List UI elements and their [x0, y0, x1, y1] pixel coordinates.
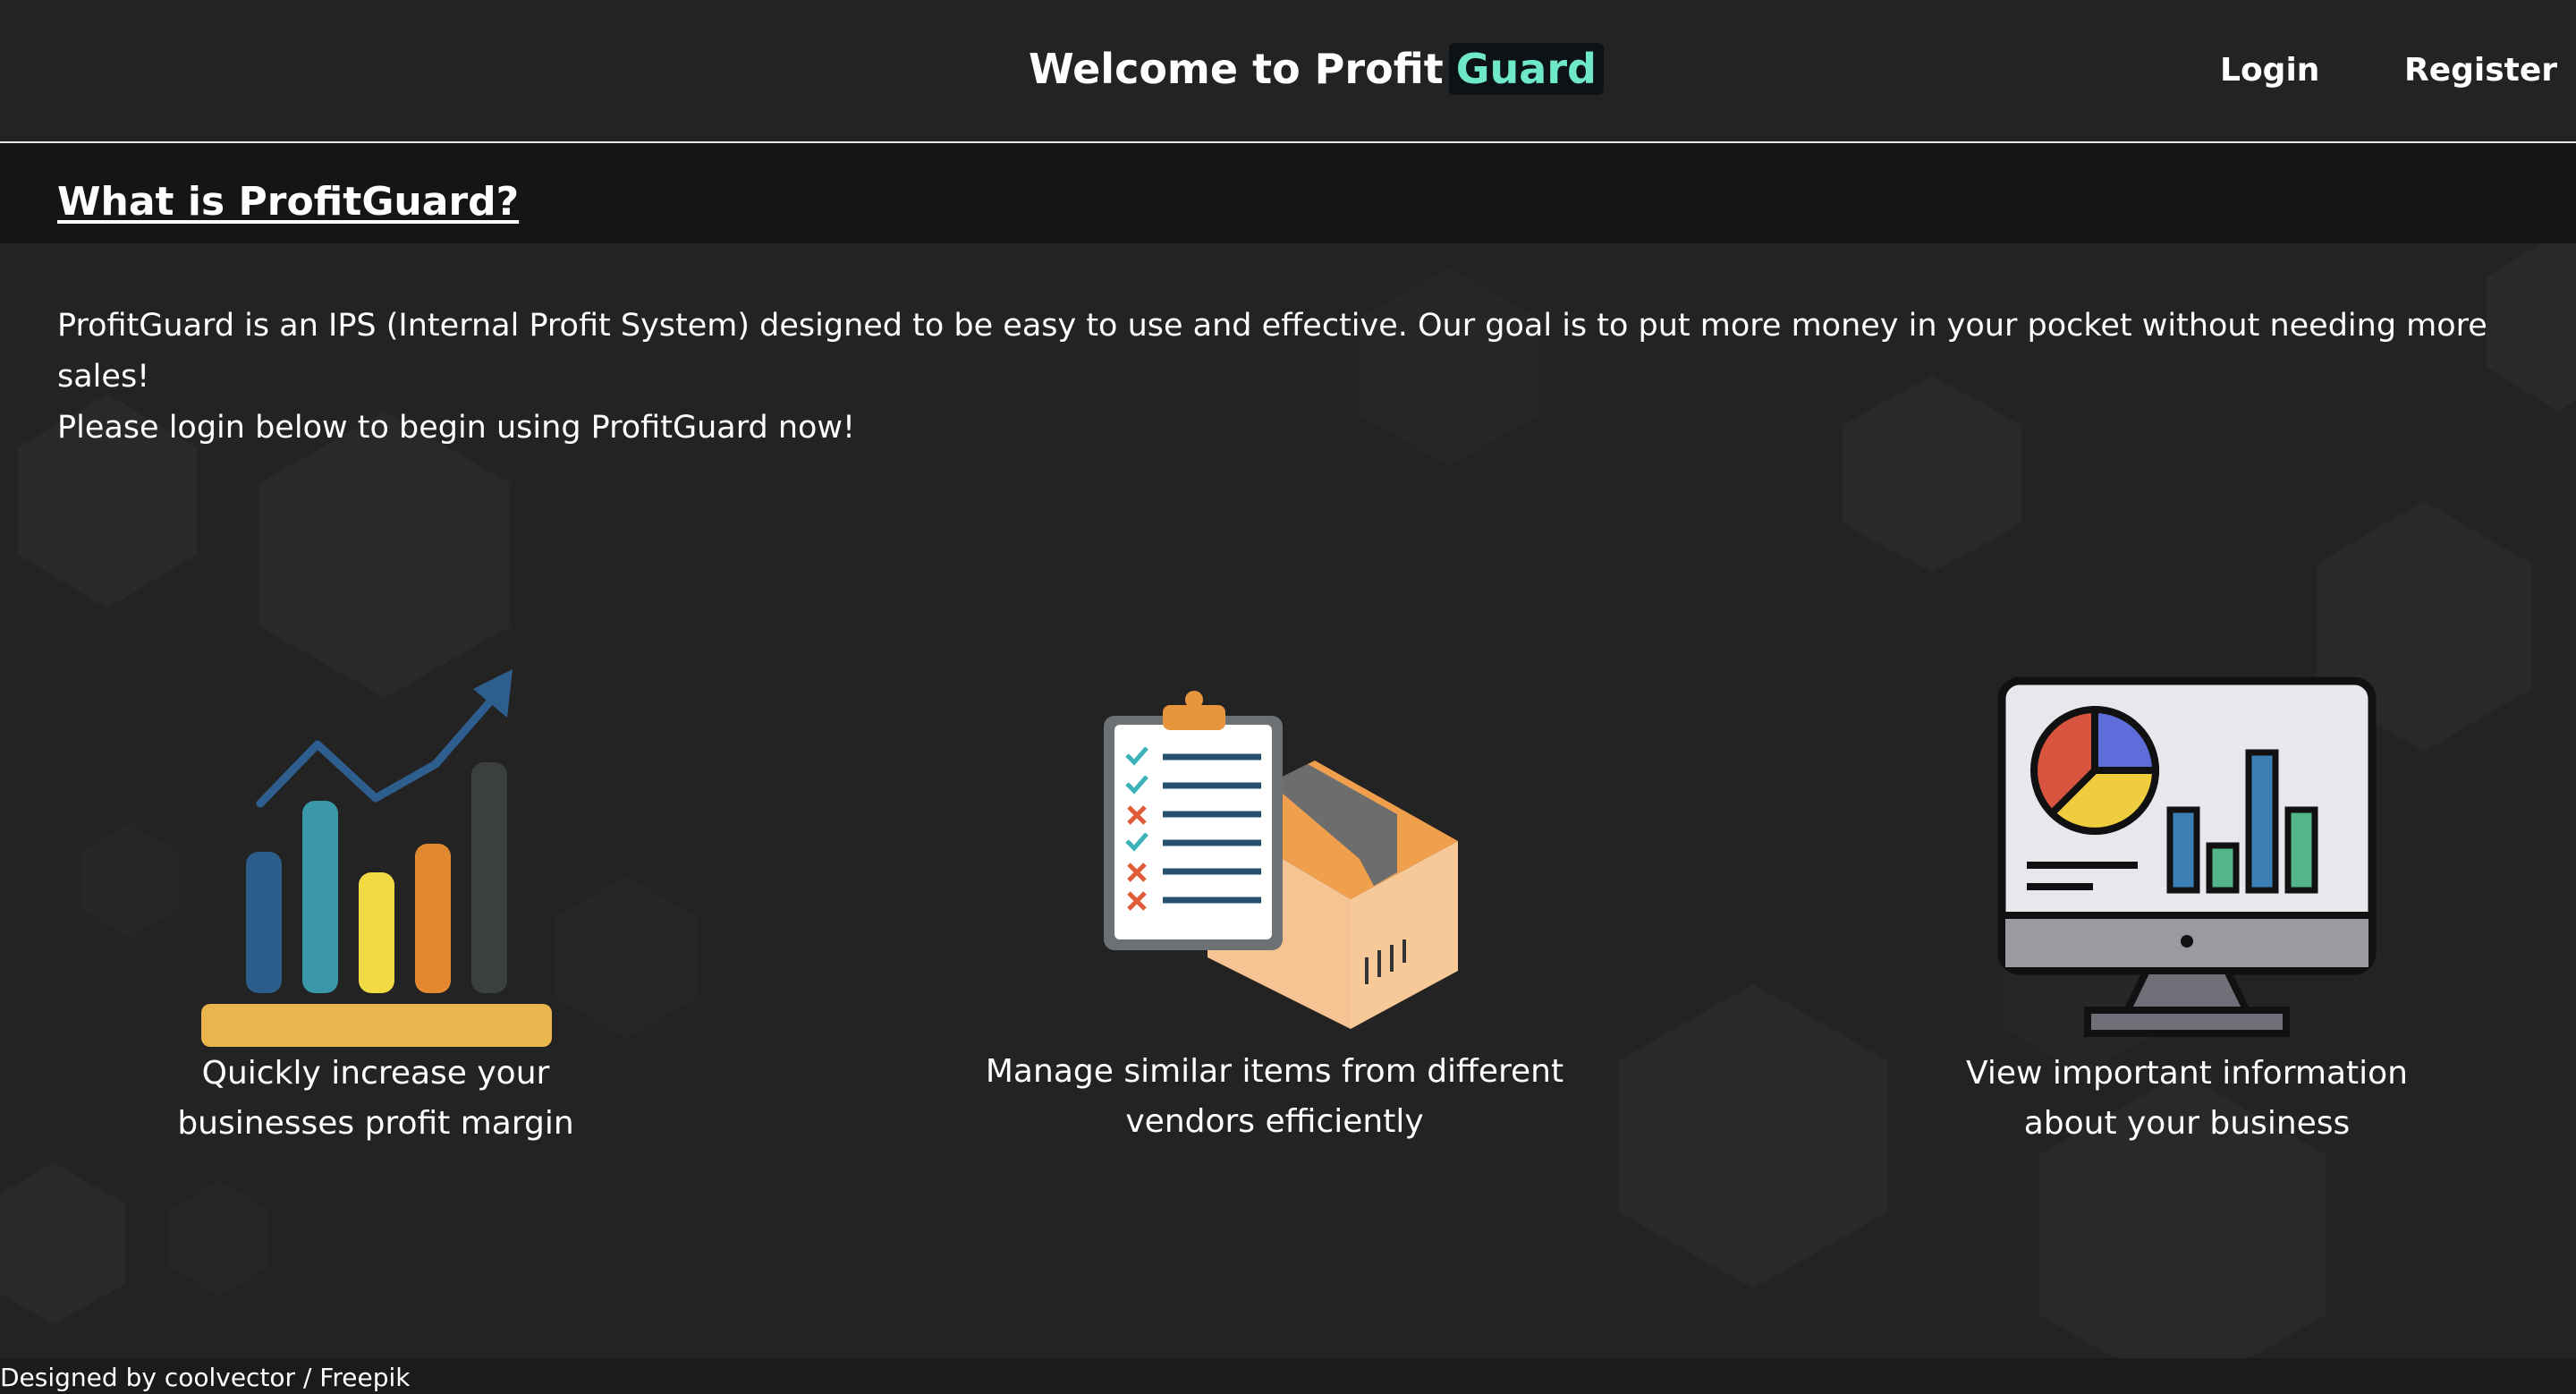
site-header: Welcome to Profit Guard Login Register [0, 0, 2576, 143]
site-title-prefix: Welcome to Profit [1029, 45, 1444, 93]
caption-line: vendors efficiently [1125, 1103, 1424, 1140]
page-footer: Designed by coolvector / Freepik [0, 1358, 2576, 1394]
feature-dashboard-caption: View important information about your bu… [1936, 1049, 2437, 1149]
feature-dashboard [1995, 676, 2379, 1042]
register-link[interactable]: Register [2404, 52, 2557, 89]
caption-line: Manage similar items from different [985, 1053, 1564, 1090]
section-heading: What is ProfitGuard? [57, 179, 520, 225]
site-title: Welcome to Profit Guard [1029, 39, 1604, 98]
image-credit: Designed by coolvector / Freepik [0, 1363, 411, 1392]
intro-paragraph: ProfitGuard is an IPS (Internal Profit S… [57, 301, 2526, 454]
feature-inventory-caption: Manage similar items from different vend… [975, 1047, 1574, 1147]
caption-line: Quickly increase your [201, 1055, 550, 1092]
caption-line: View important information [1966, 1055, 2408, 1092]
growth-chart-icon [201, 669, 552, 1047]
feature-growth [192, 662, 568, 1056]
caption-line: about your business [2023, 1105, 2351, 1142]
site-title-highlight: Guard [1448, 43, 1604, 95]
feature-growth-caption: Quickly increase your businesses profit … [116, 1049, 635, 1149]
login-link[interactable]: Login [2220, 52, 2319, 89]
caption-line: businesses profit margin [177, 1105, 574, 1142]
intro-line-1: ProfitGuard is an IPS (Internal Profit S… [57, 308, 2487, 395]
intro-line-2: Please login below to begin using Profit… [57, 410, 856, 446]
inventory-checklist-icon [1104, 691, 1458, 1029]
feature-inventory [1100, 689, 1476, 1047]
dashboard-monitor-icon [1997, 676, 2377, 1037]
